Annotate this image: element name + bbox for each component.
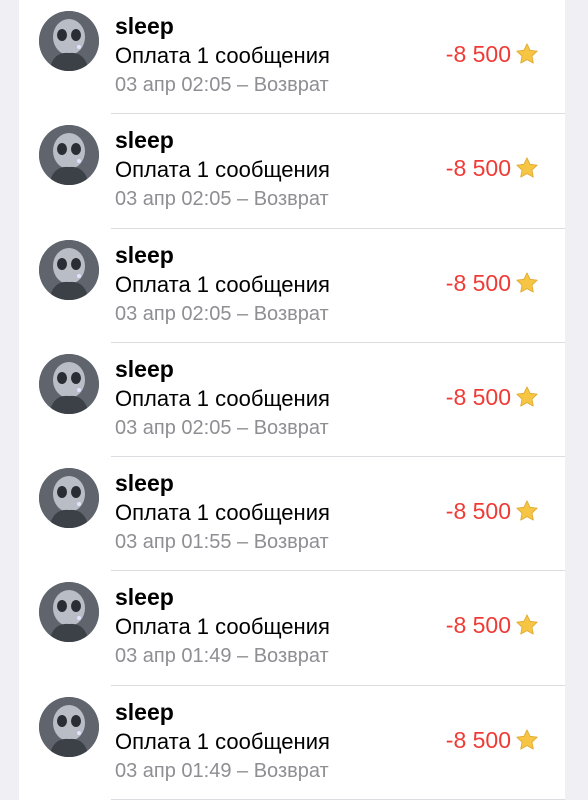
transaction-amount: -8 500 [445, 726, 511, 753]
sender-name: sleep [115, 584, 174, 611]
transaction-amount: -8 500 [445, 612, 511, 639]
transaction-description: Оплата 1 сообщения [115, 614, 330, 640]
star-icon [516, 157, 538, 178]
transaction-description: Оплата 1 сообщения [115, 271, 330, 297]
transaction-description: Оплата 1 сообщения [115, 385, 330, 411]
star-icon [516, 271, 538, 293]
transactions-list: sleep Оплата 1 сообщения 03 апр 02:05 – … [19, 0, 565, 800]
sender-name: sleep [115, 127, 174, 154]
transaction-row[interactable]: sleep Оплата 1 сообщения 03 апр 01:55 – … [19, 457, 565, 572]
star-icon [516, 500, 538, 521]
avatar [39, 468, 99, 529]
sender-name: sleep [115, 470, 174, 497]
amount-group: -8 500 [446, 726, 539, 754]
avatar [39, 582, 99, 643]
transaction-amount: -8 500 [445, 155, 511, 182]
star-icon [516, 729, 538, 750]
star-icon [516, 43, 538, 64]
transaction-meta: 03 апр 02:05 – Возврат [115, 416, 329, 439]
transaction-meta: 03 апр 01:55 – Возврат [115, 531, 329, 554]
avatar [39, 239, 99, 300]
transaction-meta: 03 апр 02:05 – Возврат [115, 188, 329, 211]
amount-group: -8 500 [446, 611, 539, 639]
amount-group: -8 500 [446, 383, 539, 411]
transaction-description: Оплата 1 сообщения [115, 43, 330, 68]
transaction-meta: 03 апр 02:05 – Возврат [115, 302, 329, 325]
transaction-meta: 03 апр 01:49 – Возврат [115, 759, 329, 782]
transaction-meta: 03 апр 02:05 – Возврат [115, 74, 329, 96]
transaction-meta: 03 апр 01:49 – Возврат [115, 645, 329, 668]
transaction-amount: -8 500 [445, 498, 511, 525]
avatar [39, 11, 99, 71]
transaction-row[interactable]: sleep Оплата 1 сообщения 03 апр 01:49 – … [19, 571, 565, 686]
avatar [39, 353, 99, 414]
amount-group: -8 500 [446, 497, 539, 525]
sender-name: sleep [115, 241, 174, 268]
amount-group: -8 500 [446, 154, 539, 182]
transaction-row[interactable]: sleep Оплата 1 сообщения 03 апр 02:05 – … [19, 0, 565, 115]
sender-name: sleep [115, 698, 174, 725]
transaction-description: Оплата 1 сообщения [115, 157, 330, 183]
star-icon [516, 386, 538, 407]
transaction-description: Оплата 1 сообщения [115, 500, 330, 526]
amount-group: -8 500 [446, 269, 539, 297]
transaction-amount: -8 500 [445, 41, 511, 67]
transaction-row[interactable]: sleep Оплата 1 сообщения 03 апр 02:05 – … [19, 343, 565, 458]
avatar [39, 125, 99, 186]
transaction-amount: -8 500 [445, 383, 511, 410]
star-icon [516, 614, 538, 635]
avatar [39, 696, 99, 757]
transaction-row[interactable]: sleep Оплата 1 сообщения 03 апр 01:49 – … [19, 686, 565, 800]
transaction-row[interactable]: sleep Оплата 1 сообщения 03 апр 02:05 – … [19, 114, 565, 229]
amount-group: -8 500 [446, 40, 539, 68]
transaction-row[interactable]: sleep Оплата 1 сообщения 03 апр 02:05 – … [19, 229, 565, 343]
transaction-description: Оплата 1 сообщения [115, 728, 330, 754]
sender-name: sleep [115, 13, 174, 39]
sender-name: sleep [115, 355, 174, 382]
transaction-amount: -8 500 [445, 269, 511, 296]
